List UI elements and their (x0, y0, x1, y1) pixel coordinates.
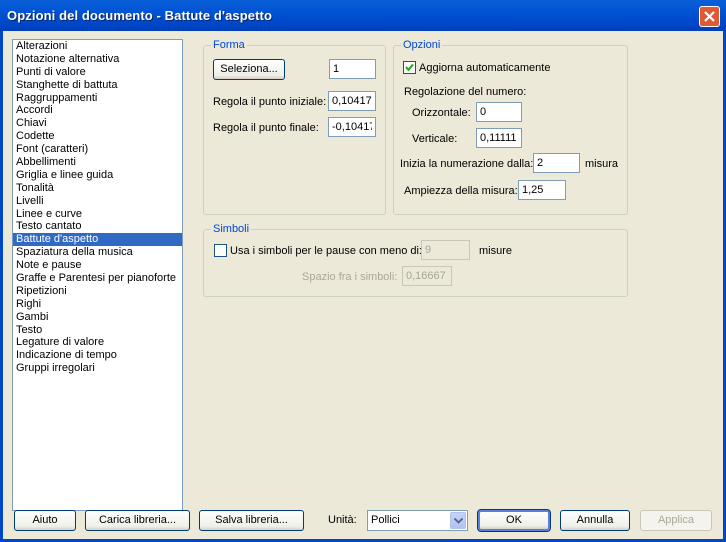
start-numbering-unit: misura (585, 158, 619, 170)
start-numbering-input[interactable] (533, 153, 580, 173)
category-item[interactable]: Battute d'aspetto (13, 233, 182, 247)
use-symbols-checkbox[interactable] (214, 244, 227, 257)
category-item[interactable]: Alterazioni (13, 40, 182, 53)
close-button[interactable] (699, 6, 720, 27)
category-item[interactable]: Legature di valore (13, 336, 182, 349)
auto-update-label: Aggiorna automaticamente (419, 62, 551, 74)
start-point-label: Regola il punto iniziale: (213, 96, 327, 108)
chevron-down-icon (454, 518, 463, 524)
category-item[interactable]: Accordi (13, 104, 182, 117)
category-item[interactable]: Punti di valore (13, 66, 182, 79)
end-point-label: Regola il punto finale: (213, 122, 319, 134)
units-value: Pollici (371, 514, 400, 526)
end-point-input[interactable] (328, 117, 376, 137)
category-item[interactable]: Tonalità (13, 182, 182, 195)
category-item[interactable]: Raggruppamenti (13, 92, 182, 105)
category-item[interactable]: Spaziatura della musica (13, 246, 182, 259)
units-select[interactable]: Pollici (367, 510, 468, 531)
forma-legend: Forma (211, 39, 247, 51)
save-library-button[interactable]: Salva libreria... (199, 510, 304, 531)
help-button[interactable]: Aiuto (14, 510, 76, 531)
category-item[interactable]: Testo cantato (13, 220, 182, 233)
symbol-spacing-label: Spazio fra i simboli: (302, 271, 398, 283)
category-item[interactable]: Righi (13, 298, 182, 311)
category-item[interactable]: Gruppi irregolari (13, 362, 182, 375)
cancel-button[interactable]: Annulla (560, 510, 630, 531)
units-label: Unità: (328, 514, 357, 526)
category-item[interactable]: Font (caratteri) (13, 143, 182, 156)
start-numbering-label: Inizia la numerazione dalla: (400, 158, 534, 170)
vertical-input[interactable] (476, 128, 522, 148)
horizontal-label: Orizzontale: (412, 107, 471, 119)
window-title: Opzioni del documento - Battute d'aspett… (7, 8, 273, 23)
symbol-measures-input[interactable] (421, 240, 470, 260)
simboli-legend: Simboli (211, 223, 252, 235)
checkmark-icon (405, 63, 414, 72)
shape-number-input[interactable] (329, 59, 376, 79)
category-item[interactable]: Livelli (13, 195, 182, 208)
category-list[interactable]: Alterazioni Notazione alternativa Punti di… (12, 39, 183, 511)
start-point-input[interactable] (328, 91, 376, 111)
category-item[interactable]: Gambi (13, 311, 182, 324)
category-item[interactable]: Abbellimenti (13, 156, 182, 169)
simboli-group: Simboli (203, 223, 628, 297)
symbol-spacing-input[interactable] (402, 266, 452, 286)
load-library-button[interactable]: Carica libreria... (85, 510, 190, 531)
category-item[interactable]: Linee e curve (13, 208, 182, 221)
category-item[interactable]: Ripetizioni (13, 285, 182, 298)
category-item[interactable]: Stanghette di battuta (13, 79, 182, 92)
category-item[interactable]: Testo (13, 324, 182, 337)
horizontal-input[interactable] (476, 102, 522, 122)
category-item[interactable]: Note e pause (13, 259, 182, 272)
category-item[interactable]: Chiavi (13, 117, 182, 130)
category-item[interactable]: Indicazione di tempo (13, 349, 182, 362)
ok-button[interactable]: OK (477, 509, 551, 532)
apply-button[interactable]: Applica (640, 510, 712, 531)
opzioni-legend: Opzioni (401, 39, 443, 51)
category-item[interactable]: Codette (13, 130, 182, 143)
measure-width-label: Ampiezza della misura: (404, 185, 518, 197)
auto-update-checkbox[interactable] (403, 61, 416, 74)
title-bar: Opzioni del documento - Battute d'aspett… (0, 0, 726, 31)
number-adjust-label: Regolazione del numero: (404, 86, 527, 98)
close-icon (704, 11, 715, 22)
category-item[interactable]: Notazione alternativa (13, 53, 182, 66)
category-item[interactable]: Griglia e linee guida (13, 169, 182, 182)
units-dropdown-button[interactable] (450, 512, 466, 529)
measure-width-input[interactable] (518, 180, 566, 200)
category-item[interactable]: Graffe e Parentesi per pianoforte (13, 272, 182, 285)
vertical-label: Verticale: (412, 133, 458, 145)
select-shape-button[interactable]: Seleziona... (213, 59, 285, 80)
symbol-measures-unit: misure (479, 245, 513, 257)
use-symbols-label: Usa i simboli per le pause con meno di: (230, 245, 422, 257)
